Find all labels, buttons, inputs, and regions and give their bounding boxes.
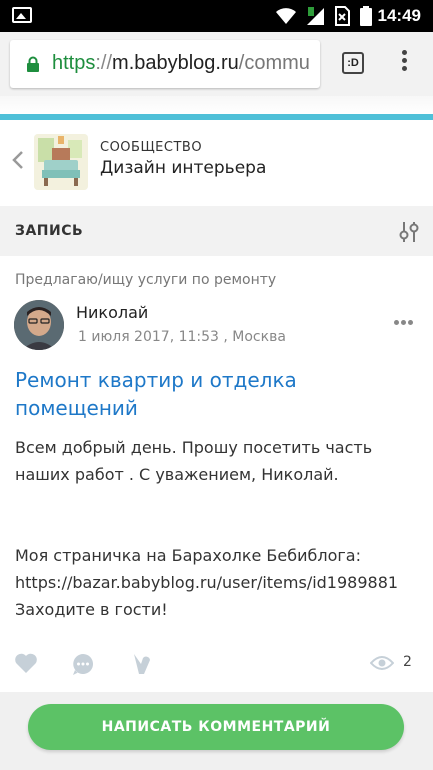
filter-settings-icon[interactable]: [396, 219, 422, 245]
post-text-line: Заходите в гости!: [15, 600, 168, 619]
wifi-icon: [276, 8, 296, 24]
url-separator: ://: [95, 52, 113, 74]
community-image[interactable]: [34, 134, 88, 190]
more-options-icon[interactable]: [394, 310, 418, 325]
post-text-line: Моя страничка на Барахолке Бебиблога:: [15, 546, 361, 565]
back-chevron-icon[interactable]: [12, 150, 24, 170]
section-header: ЗАПИСЬ: [0, 206, 433, 256]
post-text-line: Всем добрый день. Прошу посетить часть: [15, 438, 373, 457]
section-title: ЗАПИСЬ: [15, 223, 84, 239]
eye-icon: [370, 656, 394, 670]
post-date-location: 1 июля 2017, 11:53 , Москва: [78, 329, 286, 345]
tabs-button[interactable]: :D: [342, 52, 364, 74]
heart-icon[interactable]: [14, 652, 38, 674]
page-top-fade: [0, 96, 433, 114]
url-scheme: https: [52, 52, 96, 74]
page-content: СООБЩЕСТВО Дизайн интерьера ЗАПИСЬ Предл…: [0, 96, 433, 770]
community-type-label: СООБЩЕСТВО: [100, 140, 203, 155]
comment-icon[interactable]: [71, 652, 95, 676]
user-photo: [14, 300, 64, 350]
post-category[interactable]: Предлагаю/ищу услуги по ремонту: [15, 272, 276, 288]
interior-illustration-icon: [34, 134, 88, 190]
status-time: 14:49: [377, 6, 421, 25]
community-header[interactable]: СООБЩЕСТВО Дизайн интерьера: [0, 120, 433, 206]
browser-menu-icon[interactable]: [398, 50, 410, 76]
browser-toolbar: https://m.babyblog.ru/commu :D: [0, 32, 433, 96]
url-host: m.babyblog.ru: [112, 52, 239, 74]
post-text-line: наших работ . С уважением, Николай.: [15, 465, 339, 484]
signal-icon: [307, 7, 324, 25]
comment-bar: НАПИСАТЬ КОММЕНТАРИЙ: [0, 692, 433, 770]
lock-icon: [27, 56, 39, 72]
author-name[interactable]: Николай: [76, 303, 148, 322]
address-bar[interactable]: https://m.babyblog.ru/commu: [10, 40, 320, 88]
write-comment-button[interactable]: НАПИСАТЬ КОММЕНТАРИЙ: [28, 704, 404, 750]
status-bar: 14:49: [0, 0, 433, 32]
post-title[interactable]: Ремонт квартир и отделка помещений: [15, 366, 425, 422]
share-icon[interactable]: [131, 652, 153, 676]
post-body: Всем добрый день. Прошу посетить часть н…: [15, 434, 430, 623]
community-name[interactable]: Дизайн интерьера: [100, 158, 266, 178]
status-icons: [275, 6, 373, 26]
post-link[interactable]: https://bazar.babyblog.ru/user/items/id1…: [15, 569, 430, 596]
battery-icon: [360, 6, 372, 26]
avatar[interactable]: [14, 300, 64, 350]
url-text[interactable]: https://m.babyblog.ru/commu: [52, 52, 310, 75]
post-actions: 2: [0, 646, 433, 686]
gallery-icon: [12, 7, 32, 23]
views-count: 2: [403, 654, 412, 670]
no-sim-icon: [335, 6, 350, 26]
url-path: /commu: [238, 52, 310, 74]
